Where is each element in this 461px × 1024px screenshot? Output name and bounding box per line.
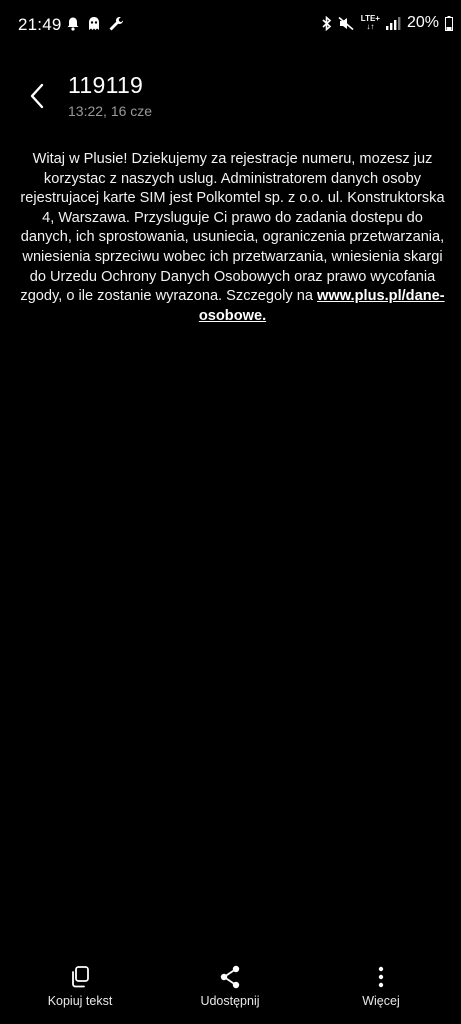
signal-icon [385, 16, 401, 30]
more-button[interactable]: Więcej [316, 962, 446, 1008]
message-text: Witaj w Plusie! Dziekujemy za rejestracj… [20, 151, 445, 305]
back-arrow-icon [30, 83, 44, 109]
back-button[interactable] [22, 80, 52, 112]
status-time: 21:49 [18, 15, 62, 34]
bluetooth-icon [322, 15, 332, 31]
system-icons: LTE+ ↓↑ 20% [322, 14, 453, 32]
battery-icon [445, 15, 453, 31]
copy-text-button[interactable]: Kopiuj tekst [15, 962, 145, 1008]
status-bar: 21:49 LTE+ ↓↑ 20% [0, 0, 461, 50]
copy-icon [72, 966, 89, 988]
more-options-icon [378, 966, 384, 988]
message-body: Witaj w Plusie! Dziekujemy za rejestracj… [20, 150, 445, 326]
share-button[interactable]: Udostępnij [165, 962, 295, 1008]
message-timestamp: 13:22, 16 cze [68, 103, 153, 119]
bottom-toolbar: Kopiuj tekst Udostępnij Więcej [0, 962, 461, 1024]
mute-icon [338, 16, 355, 31]
wrench-icon [108, 16, 124, 36]
share-label: Udostępnij [200, 994, 260, 1008]
sender-number: 119119 [68, 72, 144, 98]
copy-text-label: Kopiuj tekst [47, 994, 113, 1008]
network-type: LTE+ ↓↑ [361, 15, 380, 31]
data-arrows-icon: ↓↑ [366, 22, 375, 31]
share-icon [220, 965, 240, 989]
bell-icon [66, 16, 80, 36]
more-label: Więcej [362, 994, 400, 1008]
notification-icons [66, 16, 124, 36]
battery-percent: 20% [406, 14, 439, 31]
ghost-icon [87, 16, 101, 36]
